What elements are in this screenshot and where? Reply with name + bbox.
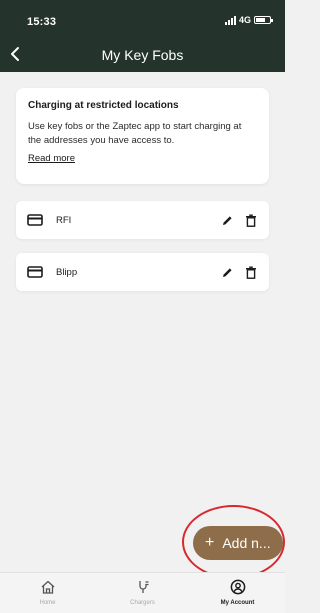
- nav-item-home[interactable]: Home: [0, 573, 95, 613]
- pencil-icon[interactable]: [219, 212, 235, 228]
- add-key-fob-button[interactable]: + Add n...: [193, 526, 283, 560]
- status-indicators: 4G: [224, 15, 273, 25]
- nav-label-home: Home: [39, 600, 56, 606]
- key-fob-name: Blipp: [56, 266, 78, 278]
- key-fob-item-rfi[interactable]: RFI: [16, 201, 269, 239]
- nav-label-my-account: My Account: [220, 600, 255, 606]
- nav-item-my-account[interactable]: My Account: [190, 573, 285, 613]
- key-fob-name: RFI: [56, 214, 72, 226]
- top-app-bar: 15:33 4G My Key Fobs: [0, 0, 285, 72]
- signal-icon: [224, 15, 236, 25]
- status-time: 15:33: [27, 16, 57, 28]
- network-type: 4G: [238, 15, 251, 25]
- trash-icon[interactable]: [243, 212, 259, 228]
- battery-icon: [254, 16, 273, 24]
- info-card-title: Charging at restricted locations: [28, 100, 179, 111]
- nav-item-chargers[interactable]: Chargers: [95, 573, 190, 613]
- info-card-body: Use key fobs or the Zaptec app to start …: [28, 121, 242, 146]
- nav-label-chargers: Chargers: [130, 600, 155, 606]
- card-icon: [26, 265, 44, 279]
- info-card: Charging at restricted locations Use key…: [16, 88, 269, 184]
- home-icon: [39, 578, 57, 596]
- read-more-link[interactable]: Read more: [28, 153, 75, 164]
- pencil-icon[interactable]: [219, 264, 235, 280]
- add-button-label: Add n...: [222, 535, 271, 551]
- plus-icon: +: [205, 534, 215, 551]
- trash-icon[interactable]: [243, 264, 259, 280]
- card-icon: [26, 213, 44, 227]
- key-fob-item-blipp[interactable]: Blipp: [16, 253, 269, 291]
- page-title: My Key Fobs: [101, 47, 184, 63]
- bottom-nav: Home Chargers My Account: [0, 572, 285, 613]
- account-icon: [229, 578, 247, 596]
- plug-icon: [134, 578, 152, 596]
